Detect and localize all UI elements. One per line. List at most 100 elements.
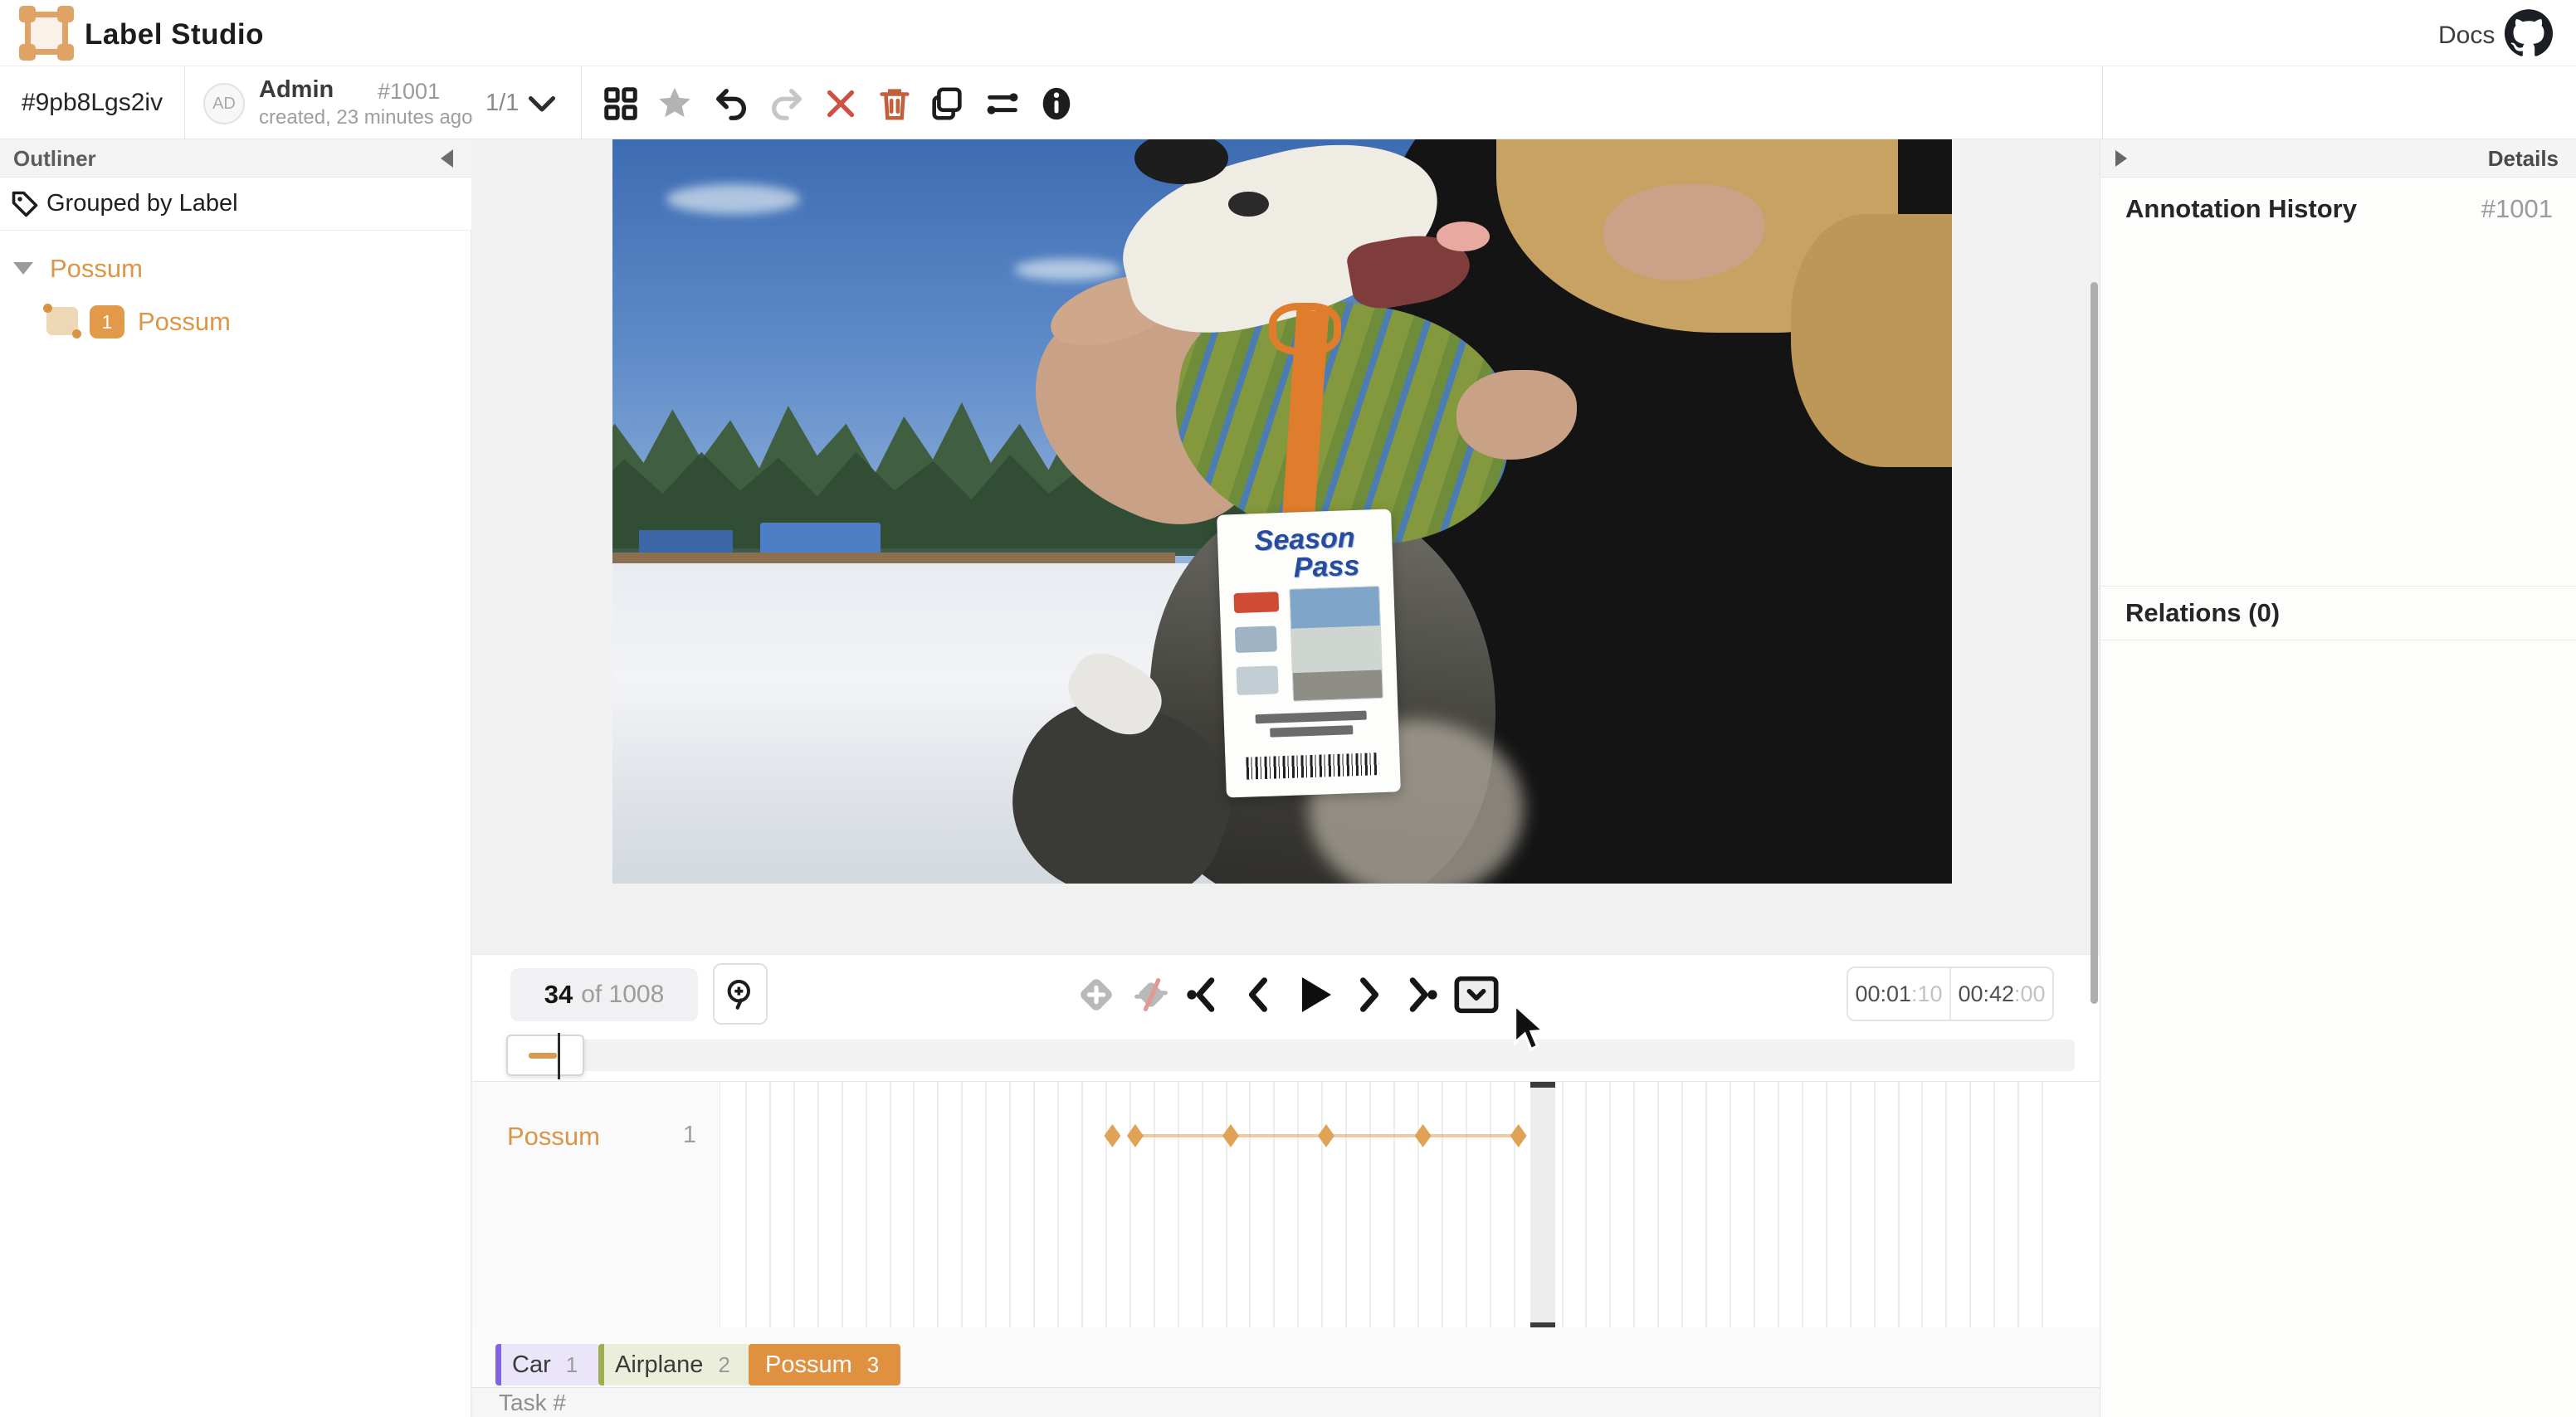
- label-chip-car[interactable]: Car 1: [495, 1344, 599, 1385]
- avatar[interactable]: AD: [203, 83, 245, 124]
- play-button[interactable]: [1290, 971, 1337, 1018]
- current-frame: 34: [544, 980, 573, 1010]
- region-count-badge: 1: [90, 305, 124, 338]
- info-icon[interactable]: [1037, 85, 1076, 123]
- annotated-span: [529, 1053, 557, 1059]
- prev-frame-button[interactable]: [1236, 971, 1282, 1018]
- timeline-gridline: [1393, 1082, 1395, 1328]
- remove-keyframe-button[interactable]: [1128, 971, 1174, 1018]
- redo-icon[interactable]: [768, 85, 806, 123]
- timeline-gridline: [1273, 1082, 1275, 1328]
- expand-panel-icon[interactable]: [2115, 150, 2127, 167]
- timeline-gridline: [1993, 1082, 1995, 1328]
- cursor-pointer-icon: [1512, 1002, 1550, 1054]
- timeline-gridline: [985, 1082, 987, 1328]
- undo-icon[interactable]: [712, 85, 750, 123]
- relations-section[interactable]: Relations (0): [2100, 586, 2576, 640]
- timeline-range-marker[interactable]: [1530, 1082, 1555, 1328]
- timeline-gridline: [793, 1082, 795, 1328]
- annotator-name: Admin: [259, 76, 334, 104]
- docs-link[interactable]: Docs: [2438, 22, 2495, 50]
- timeline-gridline: [1778, 1082, 1779, 1328]
- timeline-grid[interactable]: [721, 1082, 2066, 1328]
- tree-group-label: Possum: [50, 254, 143, 284]
- details-title: Details: [2488, 146, 2559, 172]
- timeline-gridline: [1969, 1082, 1971, 1328]
- relations-title: Relations (0): [2125, 598, 2280, 628]
- grouping-selector[interactable]: Grouped by Label: [0, 178, 471, 231]
- timeline-track-label: Possum: [507, 1122, 600, 1152]
- annotation-created-at: created, 23 minutes ago: [259, 106, 473, 129]
- timeline-gridline: [1202, 1082, 1203, 1328]
- frame-counter[interactable]: 34 of 1008: [510, 968, 698, 1021]
- grouping-label: Grouped by Label: [46, 190, 238, 217]
- details-header: Details: [2100, 139, 2576, 178]
- tree-group-possum[interactable]: Possum: [0, 246, 471, 295]
- timeline-gridline: [1345, 1082, 1347, 1328]
- tree-region-possum[interactable]: 1 Possum: [0, 297, 471, 350]
- playhead[interactable]: [558, 1033, 560, 1079]
- reject-icon[interactable]: [822, 85, 860, 123]
- label-chip-possum[interactable]: Possum 3: [749, 1344, 900, 1385]
- duplicate-icon[interactable]: [928, 85, 966, 123]
- delete-icon[interactable]: [876, 85, 914, 123]
- github-icon[interactable]: [2505, 8, 2553, 56]
- task-number-label: Task #: [499, 1390, 566, 1416]
- video-season-pass-badge: Season Pass: [1217, 509, 1401, 797]
- app-header: Label Studio Docs: [0, 0, 2576, 66]
- timeline-gridline: [937, 1082, 939, 1328]
- task-id-tab[interactable]: #9pb8Lgs2iv: [0, 66, 184, 139]
- region-bbox-icon: [46, 307, 78, 335]
- time-display: 00:01:10 00:42:00: [1847, 967, 2054, 1021]
- timeline-gridline: [1945, 1082, 1947, 1328]
- timeline-track-header[interactable]: Possum 1: [472, 1082, 720, 1328]
- add-keyframe-button[interactable]: [1073, 971, 1120, 1018]
- label-chip-airplane[interactable]: Airplane 2: [598, 1344, 752, 1385]
- timeline-gridline: [2042, 1082, 2043, 1328]
- label-studio-window: Label Studio Docs #9pb8Lgs2iv AD Admin #…: [0, 0, 2576, 1417]
- grid-view-icon[interactable]: [602, 85, 640, 123]
- caret-down-icon[interactable]: [13, 262, 33, 275]
- next-frame-button[interactable]: [1345, 971, 1392, 1018]
- current-time[interactable]: 00:01:10: [1848, 968, 1949, 1020]
- video-frame[interactable]: Season Pass: [612, 139, 1952, 884]
- timeline-gridline: [1417, 1082, 1419, 1328]
- timeline-gridline: [1826, 1082, 1827, 1328]
- seek-track[interactable]: [506, 1040, 2075, 1071]
- timeline-gridline: [1466, 1082, 1467, 1328]
- region-label: Possum: [138, 307, 231, 337]
- outliner-title: Outliner: [13, 146, 96, 172]
- timeline-gridline: [1490, 1082, 1491, 1328]
- collapse-panel-icon[interactable]: [441, 149, 453, 168]
- next-keyframe-button[interactable]: [1398, 971, 1445, 1018]
- total-time: 00:42:00: [1949, 968, 2052, 1020]
- timeline-gridline: [1850, 1082, 1852, 1328]
- timeline-gridline: [769, 1082, 771, 1328]
- timeline-gridline: [866, 1082, 867, 1328]
- collapse-timeline-button[interactable]: [1453, 971, 1500, 1018]
- timeline-gridline: [1057, 1082, 1059, 1328]
- timeline-gridline: [1657, 1082, 1659, 1328]
- timeline-gridline: [1081, 1082, 1083, 1328]
- chevron-down-icon[interactable]: [527, 93, 557, 116]
- star-icon[interactable]: [656, 85, 694, 123]
- label-hotkey: 1: [566, 1352, 578, 1378]
- zoom-in-button[interactable]: [713, 963, 768, 1025]
- label-hotkey-bar: Car 1 Airplane 2 Possum 3: [472, 1327, 2100, 1387]
- timeline-gridline: [1705, 1082, 1707, 1328]
- timeline: Possum 1: [472, 1081, 2100, 1327]
- timeline-track-count: 1: [683, 1122, 696, 1149]
- timeline-gridline: [817, 1082, 819, 1328]
- timeline-gridline: [1681, 1082, 1683, 1328]
- timeline-gridline: [745, 1082, 747, 1328]
- label-text: Possum: [765, 1351, 852, 1379]
- keyframe-diamond[interactable]: [1318, 1124, 1334, 1147]
- annotation-history-id: #1001: [2481, 194, 2553, 224]
- vertical-scrollbar[interactable]: [2091, 282, 2098, 1004]
- settings-sliders-icon[interactable]: [983, 85, 1022, 123]
- timeline-gridline: [1033, 1082, 1035, 1328]
- zoom-in-icon: [724, 977, 757, 1010]
- annotation-id: #1001: [378, 79, 440, 105]
- tag-icon: [10, 189, 40, 219]
- prev-keyframe-button[interactable]: [1179, 971, 1226, 1018]
